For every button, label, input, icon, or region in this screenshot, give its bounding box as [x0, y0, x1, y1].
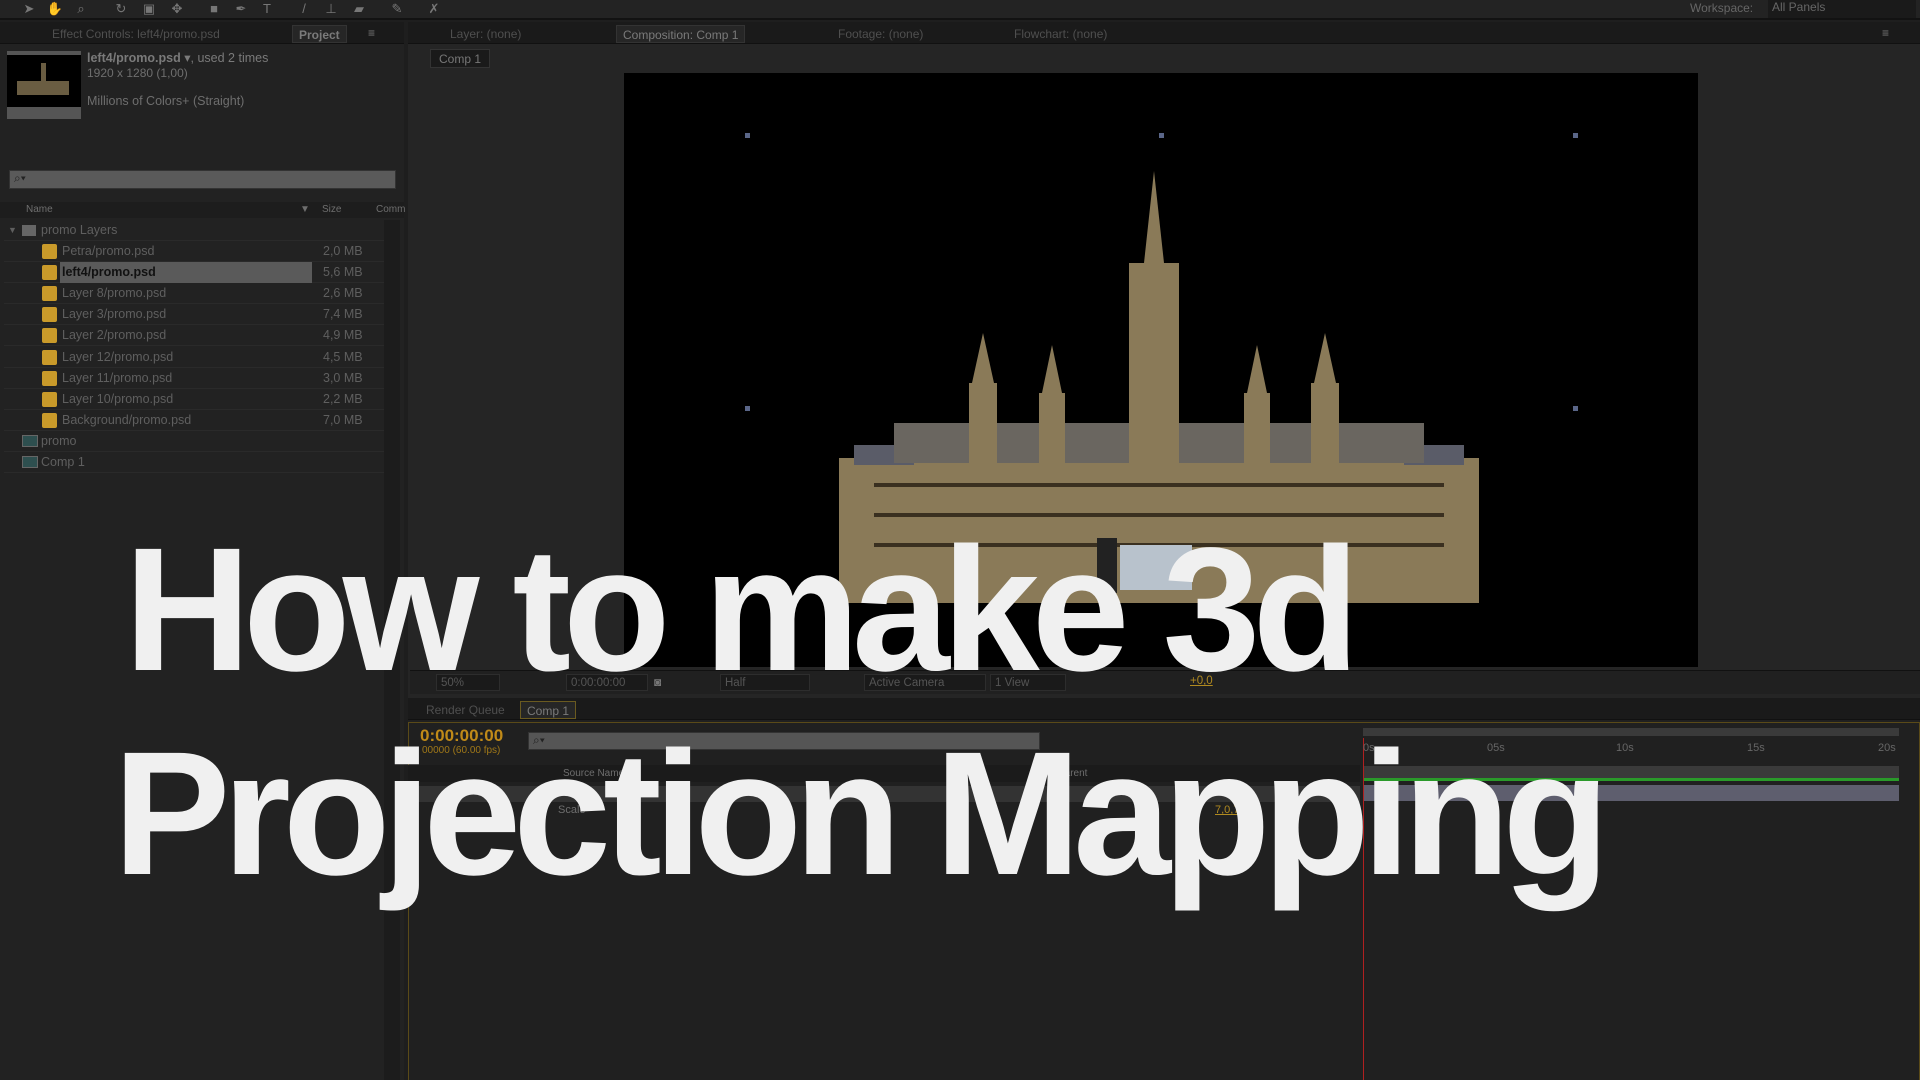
item-name: Background/promo.psd — [62, 412, 192, 427]
selection-tool-icon[interactable]: ➤ — [20, 1, 38, 17]
item-name: Layer 8/promo.psd — [62, 286, 167, 301]
item-size: 2,0 MB — [323, 244, 363, 258]
brush-tool-icon[interactable]: / — [295, 1, 313, 17]
transform-handle[interactable] — [745, 133, 750, 138]
folder-icon — [22, 225, 36, 236]
search-icon: ⌕▾ — [14, 171, 26, 185]
type-tool-icon[interactable]: T — [258, 1, 276, 17]
puppet-tool-icon[interactable]: ✗ — [425, 1, 443, 17]
title-line-1: How to make 3d — [124, 512, 1360, 708]
transform-handle[interactable] — [1573, 133, 1578, 138]
camera-tool-icon[interactable]: ▣ — [140, 1, 158, 17]
zoom-tool-icon[interactable]: ⌕ — [72, 1, 90, 17]
psd-file-icon — [42, 370, 57, 386]
ruler-label: 10s — [1616, 742, 1634, 754]
ruler-label: 15s — [1747, 742, 1765, 754]
psd-file-icon — [42, 244, 57, 259]
comp-row[interactable]: promo — [4, 431, 384, 452]
transform-handle[interactable] — [745, 406, 750, 411]
psd-file-icon — [42, 328, 57, 344]
column-header: Name ▼ Size Comm — [0, 202, 405, 218]
col-comment[interactable]: Comm — [376, 202, 405, 218]
comp-name: promo — [41, 434, 77, 448]
info-dimensions: 1920 x 1280 (1,00) — [87, 66, 188, 80]
psd-file-icon — [42, 391, 57, 407]
clone-tool-icon[interactable]: ⊥ — [322, 1, 340, 17]
roto-tool-icon[interactable]: ✎ — [388, 1, 406, 17]
item-name: Layer 3/promo.psd — [62, 307, 167, 322]
psd-file-icon — [42, 286, 57, 302]
composition-icon — [22, 435, 38, 447]
info-usage: , used 2 times — [190, 51, 269, 65]
title-line-2: Projection Mapping — [113, 716, 1610, 912]
panel-menu-icon[interactable]: ≡ — [368, 26, 375, 40]
psd-file-icon — [42, 307, 57, 323]
col-size[interactable]: Size — [322, 202, 341, 218]
transform-handle[interactable] — [1573, 406, 1578, 411]
psd-file-icon — [42, 265, 57, 281]
comp-name: Comp 1 — [41, 455, 85, 469]
viewer-tab-bar: Layer: (none) Composition: Comp 1 Footag… — [408, 22, 1920, 44]
comp-row[interactable]: Comp 1 — [4, 452, 384, 473]
item-size: 2,6 MB — [323, 286, 363, 301]
left-tab-bar: Effect Controls: left4/promo.psd Project… — [0, 22, 404, 44]
col-name[interactable]: Name — [26, 202, 53, 218]
pen-tool-icon[interactable]: ✒ — [232, 1, 250, 17]
panel-menu-icon[interactable]: ≡ — [1882, 26, 1889, 40]
workspace-label: Workspace: — [1690, 1, 1754, 15]
project-item[interactable]: Layer 8/promo.psd 2,6 MB — [4, 283, 384, 305]
item-name: Petra/promo.psd — [62, 244, 155, 258]
psd-file-icon — [42, 349, 57, 365]
item-size: 7,4 MB — [323, 307, 363, 322]
composition-icon — [22, 456, 38, 468]
folder-name: promo Layers — [41, 223, 118, 237]
project-item[interactable]: Layer 12/promo.psd 4,5 MB — [4, 347, 384, 368]
project-item[interactable]: Layer 3/promo.psd 7,4 MB — [4, 304, 384, 326]
ruler-label: 20s — [1878, 742, 1896, 754]
expand-triangle-icon[interactable]: ▼ — [8, 220, 17, 241]
folder-row[interactable]: ▼ promo Layers — [4, 220, 384, 241]
rotate-tool-icon[interactable]: ↻ — [112, 1, 130, 17]
footage-thumbnail — [7, 51, 81, 119]
item-size: 3,0 MB — [323, 370, 363, 385]
item-name: left4/promo.psd — [60, 262, 312, 284]
info-colors: Millions of Colors+ (Straight) — [87, 94, 245, 108]
item-name: Layer 2/promo.psd — [62, 328, 167, 343]
comp-breadcrumb-button[interactable]: Comp 1 — [430, 49, 491, 68]
tab-effect-controls[interactable]: Effect Controls: left4/promo.psd — [46, 25, 226, 43]
psd-file-icon — [42, 412, 57, 428]
project-item[interactable]: left4/promo.psd 5,6 MB — [4, 262, 384, 284]
tab-project[interactable]: Project — [292, 25, 347, 43]
item-name: Layer 10/promo.psd — [62, 391, 174, 406]
item-size: 7,0 MB — [323, 412, 363, 427]
tab-composition[interactable]: Composition: Comp 1 — [616, 25, 746, 43]
hand-tool-icon[interactable]: ✋ — [46, 1, 64, 17]
tab-layer[interactable]: Layer: (none) — [444, 25, 527, 43]
sort-arrow-icon[interactable]: ▼ — [300, 202, 310, 218]
pan-behind-tool-icon[interactable]: ✥ — [168, 1, 186, 17]
project-item[interactable]: Layer 11/promo.psd 3,0 MB — [4, 368, 384, 389]
project-search-input[interactable]: ⌕▾ — [9, 170, 396, 189]
info-name: left4/promo.psd — [87, 51, 181, 65]
tab-flowchart[interactable]: Flowchart: (none) — [1008, 25, 1113, 43]
item-name: Layer 12/promo.psd — [62, 349, 174, 364]
project-item[interactable]: Background/promo.psd 7,0 MB — [4, 410, 384, 431]
workspace-dropdown[interactable]: All Panels — [1768, 0, 1916, 18]
item-size: 2,2 MB — [323, 391, 363, 406]
tab-footage[interactable]: Footage: (none) — [832, 25, 929, 43]
project-item[interactable]: Layer 2/promo.psd 4,9 MB — [4, 325, 384, 347]
transform-handle[interactable] — [1159, 133, 1164, 138]
toolbar: ➤ ✋ ⌕ ↻ ▣ ✥ ■ ✒ T / ⊥ ▰ ✎ ✗ Workspace: A… — [0, 0, 1920, 20]
item-name: Layer 11/promo.psd — [62, 370, 173, 385]
shape-tool-icon[interactable]: ■ — [205, 1, 223, 17]
item-size: 4,5 MB — [323, 349, 363, 364]
project-item[interactable]: Petra/promo.psd 2,0 MB — [4, 241, 384, 262]
item-size: 5,6 MB — [323, 265, 363, 280]
item-size: 4,9 MB — [323, 328, 363, 343]
eraser-tool-icon[interactable]: ▰ — [350, 1, 368, 17]
project-item[interactable]: Layer 10/promo.psd 2,2 MB — [4, 389, 384, 410]
